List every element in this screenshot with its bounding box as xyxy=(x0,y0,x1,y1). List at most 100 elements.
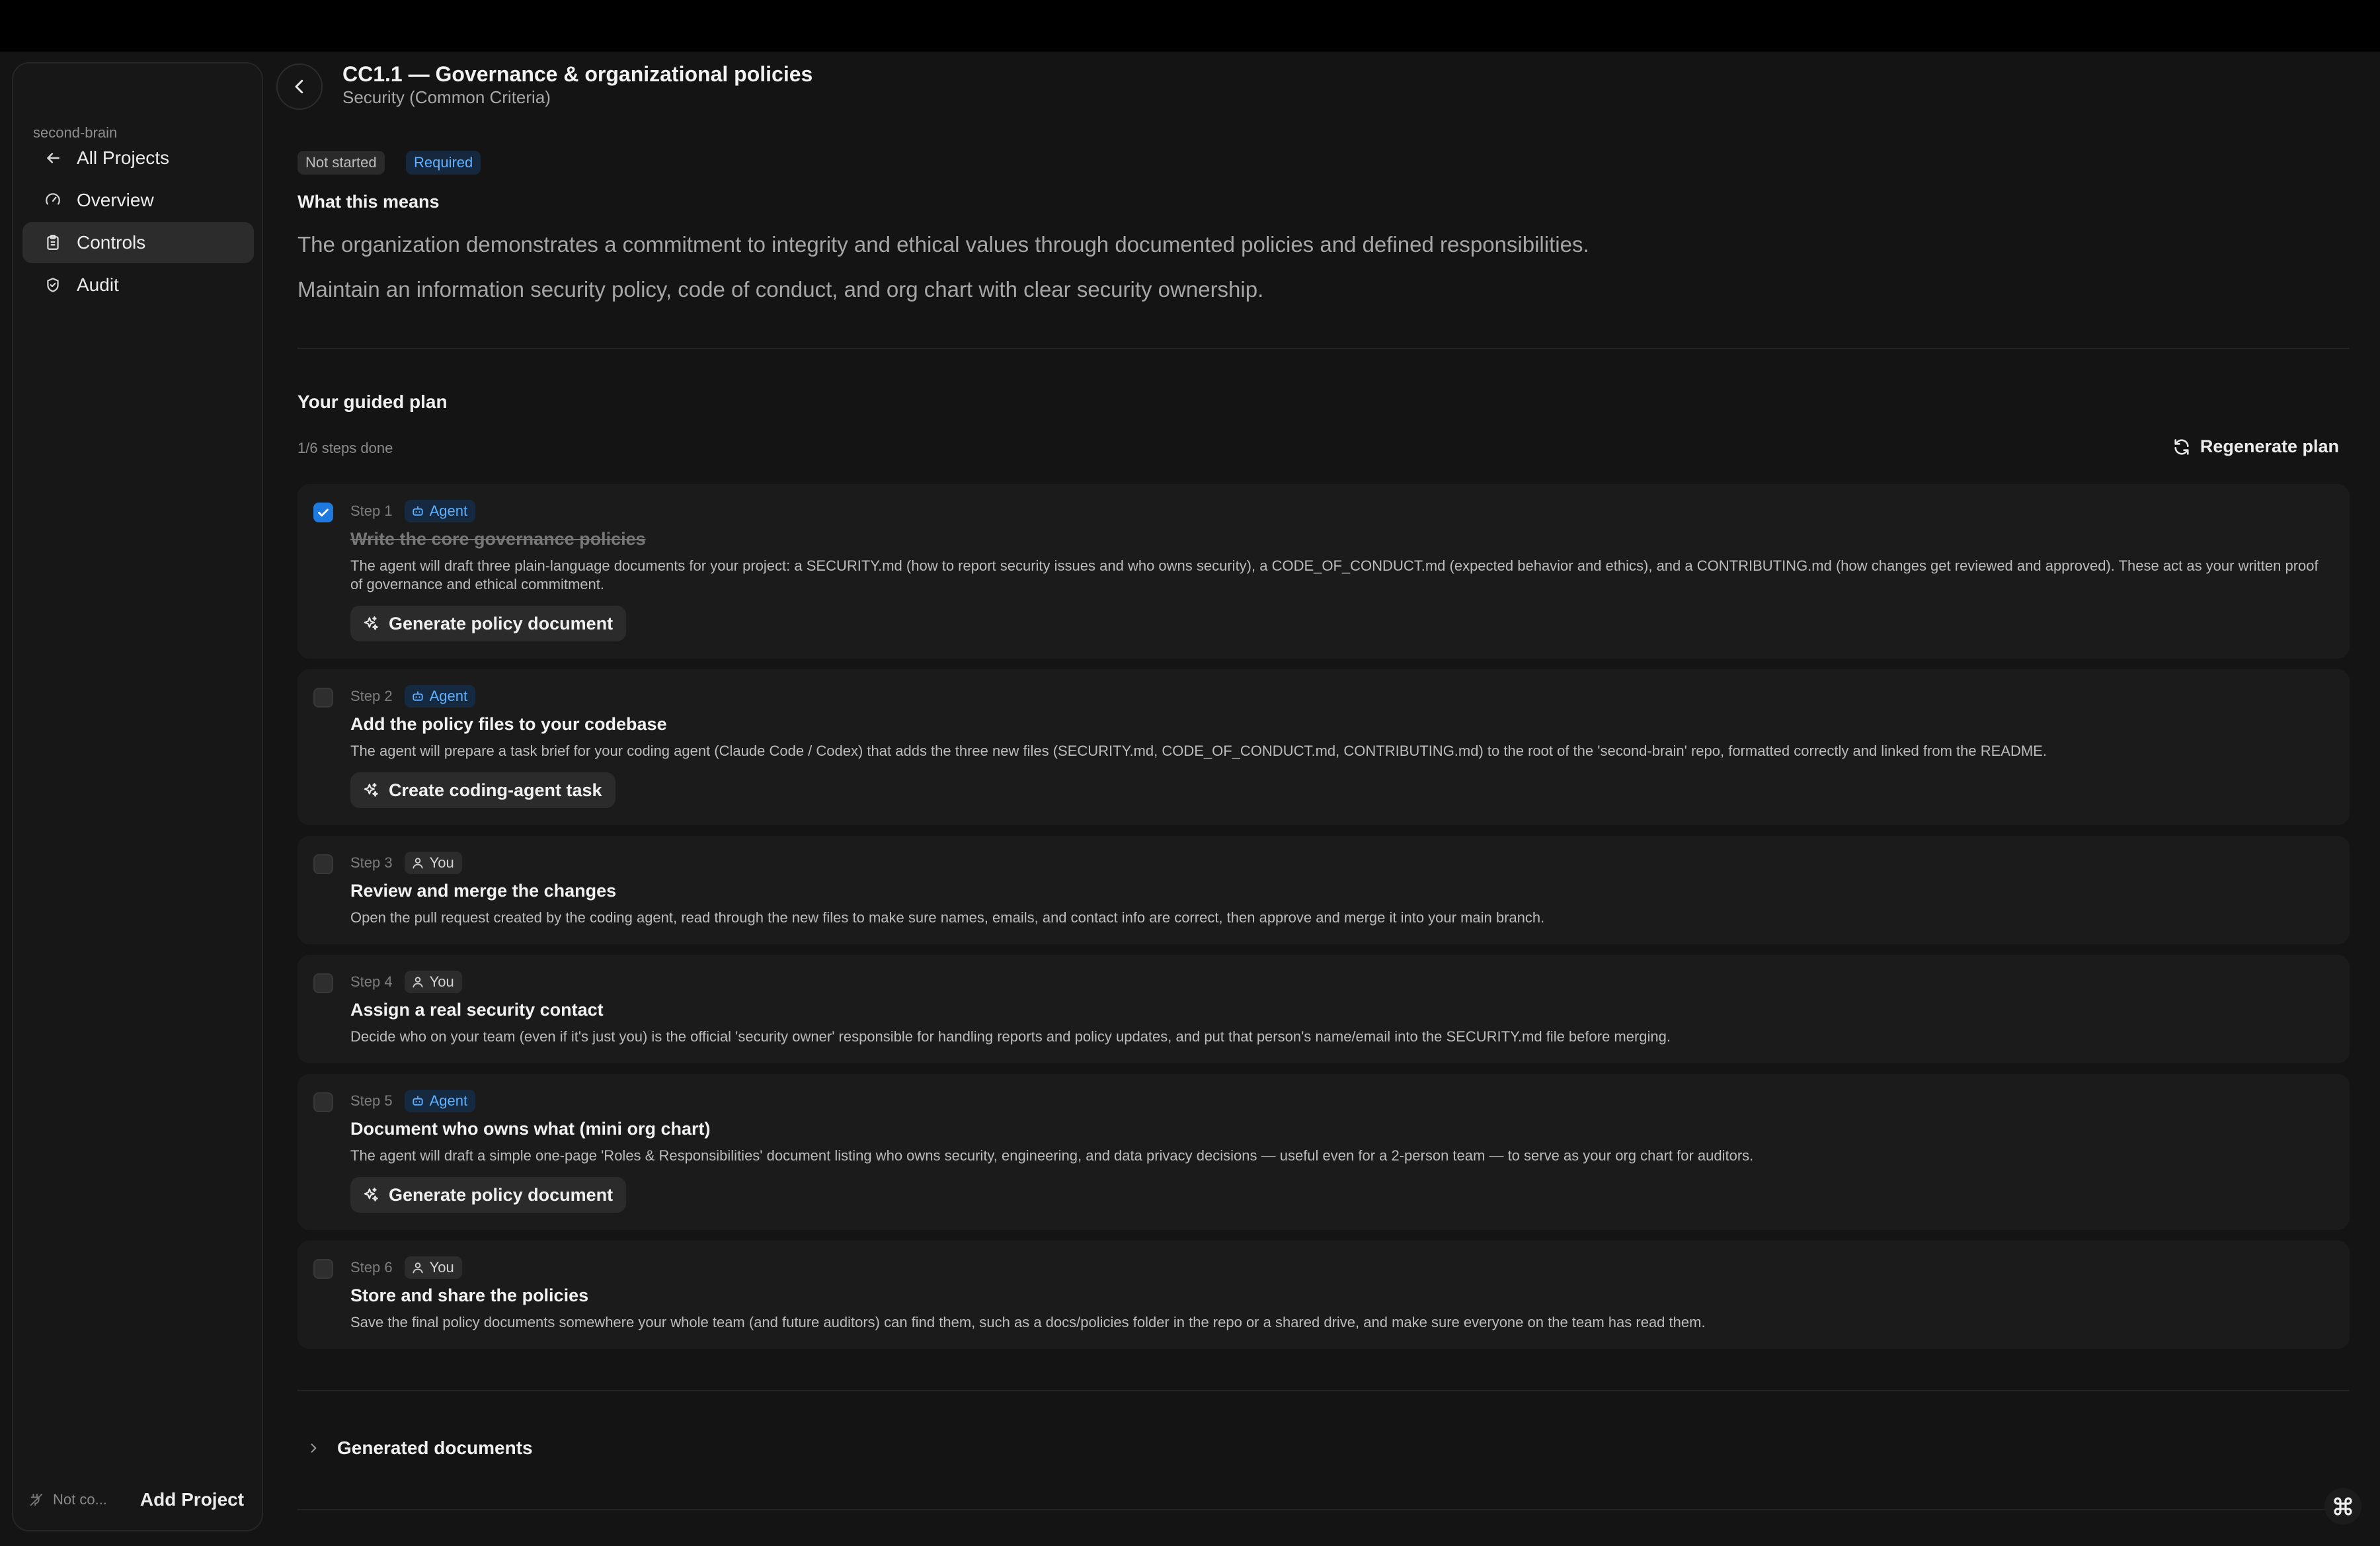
refresh-icon xyxy=(2174,438,2189,455)
step-checkbox[interactable] xyxy=(313,973,333,993)
plan-progress: 1/6 steps done xyxy=(298,440,393,456)
step-number: Step 6 xyxy=(350,1259,393,1276)
meaning-heading: What this means xyxy=(298,192,440,212)
meaning-line-1: The organization demonstrates a commitme… xyxy=(298,232,1589,257)
robot-icon xyxy=(413,1096,423,1106)
step-number: Step 3 xyxy=(350,854,393,871)
generated-documents-toggle[interactable]: Generated documents xyxy=(307,1438,533,1459)
action-label: Generate policy document xyxy=(389,613,614,633)
arrow-left-icon xyxy=(44,149,62,167)
connection-status[interactable]: Not co... xyxy=(29,1491,107,1508)
section-divider xyxy=(298,348,2350,349)
agent-tag: Agent xyxy=(404,685,476,708)
shield-check-icon xyxy=(44,276,62,294)
sidebar-item-overview[interactable]: Overview xyxy=(22,180,254,221)
section-divider xyxy=(298,1509,2350,1510)
sidebar-item-label: Controls xyxy=(77,232,146,253)
clipboard-icon xyxy=(44,233,62,252)
tag-label: You xyxy=(429,854,454,871)
step-description: Save the final policy documents somewher… xyxy=(350,1314,1706,1330)
step-checkbox[interactable] xyxy=(313,1259,333,1279)
required-badge: Required xyxy=(406,151,481,175)
robot-icon xyxy=(413,691,423,701)
step-checkbox[interactable] xyxy=(313,854,333,874)
plan-step-1: Step 1 Agent Write the core governance p… xyxy=(298,484,2350,659)
back-button[interactable] xyxy=(276,63,323,110)
sidebar-item-all-projects[interactable]: All Projects xyxy=(22,138,254,179)
plan-step-6: Step 6 You Store and share the policies … xyxy=(298,1241,2350,1349)
command-icon xyxy=(2334,1497,2352,1516)
meaning-line-2: Maintain an information security policy,… xyxy=(298,277,1264,302)
user-icon xyxy=(413,977,423,988)
tag-label: Agent xyxy=(429,688,468,704)
generate-policy-document-button[interactable]: Generate policy document xyxy=(350,1177,627,1213)
plan-step-4: Step 4 You Assign a real security contac… xyxy=(298,955,2350,1063)
tag-label: Agent xyxy=(429,503,468,519)
you-tag: You xyxy=(404,971,462,993)
plug-off-icon xyxy=(30,1493,43,1506)
robot-icon xyxy=(413,506,423,516)
tag-label: You xyxy=(429,973,454,990)
tag-label: You xyxy=(429,1259,454,1276)
page-subtitle: Security (Common Criteria) xyxy=(342,87,551,107)
sidebar-item-label: Overview xyxy=(77,190,154,210)
sparkles-icon xyxy=(364,616,378,630)
step-title: Add the policy files to your codebase xyxy=(350,714,667,734)
sidebar-item-label: Audit xyxy=(77,274,119,295)
step-meta: Step 6 You xyxy=(350,1256,462,1279)
user-icon xyxy=(413,1262,423,1274)
create-coding-agent-task-button[interactable]: Create coding-agent task xyxy=(350,772,615,808)
plan-step-3: Step 3 You Review and merge the changes … xyxy=(298,836,2350,944)
step-title: Write the core governance policies xyxy=(350,529,646,549)
action-label: Create coding-agent task xyxy=(389,780,602,800)
step-number: Step 1 xyxy=(350,503,393,519)
regenerate-plan-label: Regenerate plan xyxy=(2200,436,2339,456)
chevron-right-icon xyxy=(311,1444,317,1453)
sidebar-item-label: All Projects xyxy=(77,147,170,168)
step-checkbox[interactable] xyxy=(313,503,333,522)
sidebar-item-audit[interactable]: Audit xyxy=(22,264,254,305)
step-meta: Step 5 Agent xyxy=(350,1090,476,1112)
step-checkbox[interactable] xyxy=(313,1092,333,1112)
action-label: Generate policy document xyxy=(389,1184,614,1205)
add-project-button[interactable]: Add Project xyxy=(140,1489,244,1510)
step-meta: Step 2 Agent xyxy=(350,685,476,708)
regenerate-plan-button[interactable]: Regenerate plan xyxy=(2172,436,2339,457)
sparkles-icon xyxy=(364,1188,378,1201)
you-tag: You xyxy=(404,852,462,874)
connection-status-text: Not co... xyxy=(53,1491,107,1508)
generated-documents-label: Generated documents xyxy=(337,1438,533,1458)
agent-tag: Agent xyxy=(404,500,476,522)
page-title: CC1.1 — Governance & organizational poli… xyxy=(342,62,813,86)
command-button[interactable] xyxy=(2324,1488,2361,1525)
step-description: The agent will prepare a task brief for … xyxy=(350,743,2047,759)
step-description: Open the pull request created by the cod… xyxy=(350,909,1545,926)
sidebar-footer: Not co... Add Project xyxy=(13,1480,262,1520)
sidebar-item-controls[interactable]: Controls xyxy=(22,222,254,263)
step-number: Step 2 xyxy=(350,688,393,704)
check-icon xyxy=(318,509,329,517)
step-checkbox[interactable] xyxy=(313,688,333,708)
chevron-left-icon xyxy=(295,79,303,94)
sparkles-icon xyxy=(364,783,378,797)
plan-title: Your guided plan xyxy=(298,391,448,412)
sidebar: second-brain All Projects Overview Contr… xyxy=(12,62,263,1531)
plan-step-5: Step 5 Agent Document who owns what (min… xyxy=(298,1074,2350,1230)
step-description: The agent will draft three plain-languag… xyxy=(350,557,2319,592)
app-window: second-brain All Projects Overview Contr… xyxy=(0,52,2380,1546)
step-number: Step 5 xyxy=(350,1092,393,1109)
tag-label: Agent xyxy=(429,1092,468,1109)
step-description: The agent will draft a simple one-page '… xyxy=(350,1147,1754,1164)
you-tag: You xyxy=(404,1256,462,1279)
generate-policy-document-button[interactable]: Generate policy document xyxy=(350,606,627,641)
section-divider xyxy=(298,1390,2350,1391)
step-number: Step 4 xyxy=(350,973,393,990)
status-badge: Not started xyxy=(298,151,385,175)
step-title: Review and merge the changes xyxy=(350,881,617,901)
step-meta: Step 1 Agent xyxy=(350,500,476,522)
step-title: Document who owns what (mini org chart) xyxy=(350,1119,711,1139)
step-title: Store and share the policies xyxy=(350,1285,589,1305)
agent-tag: Agent xyxy=(404,1090,476,1112)
step-description: Decide who on your team (even if it's ju… xyxy=(350,1028,1671,1045)
user-icon xyxy=(413,858,423,869)
